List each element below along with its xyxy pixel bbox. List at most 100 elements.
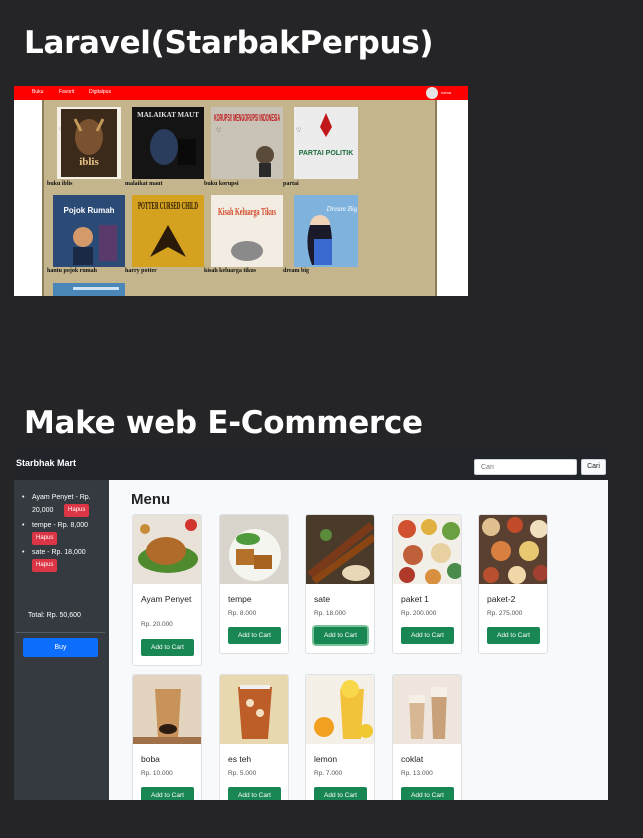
book-cover[interactable]: Pojok Rumah (53, 195, 125, 267)
book-title[interactable]: hantu pojok rumah (47, 268, 97, 274)
book-title[interactable]: kisah keluarga tikus (204, 268, 256, 274)
product-image (306, 515, 374, 584)
add-to-cart-button[interactable]: Add to Cart (314, 787, 367, 800)
book-title[interactable]: harry potter (125, 268, 157, 274)
add-to-cart-button[interactable]: Add to Cart (141, 787, 194, 800)
menu-title: Menu (131, 491, 171, 508)
book-cover[interactable]: iblis (53, 107, 125, 179)
cart-item-label: sate - Rp. 18,000 (32, 549, 86, 556)
cart-item: • Ayam Penyet - Rp. 20,000 Hapus (22, 491, 108, 517)
cart-item: • sate - Rp. 18,000 Hapus (22, 546, 108, 572)
product-image (133, 675, 201, 744)
cart-total: Total: Rp. 50,600 (28, 612, 81, 619)
cart-item: • tempe - Rp. 8,000 Hapus (22, 519, 108, 545)
product-price: Rp. 20.000 (141, 621, 173, 628)
product-price: Rp. 18.000 (314, 610, 346, 617)
product-price: Rp. 8.000 (228, 610, 257, 617)
cover-title: Pojok Rumah (63, 206, 114, 215)
search-button[interactable]: Cari (581, 459, 606, 475)
avatar[interactable] (426, 87, 438, 99)
product-name: lemon (314, 754, 338, 764)
product-name: sate (314, 594, 331, 604)
product-card: sate Rp. 18.000 Add to Cart (305, 514, 375, 654)
product-price: Rp. 7.000 (314, 770, 343, 777)
user-name: nama (441, 90, 452, 95)
book-title[interactable]: dream big (283, 268, 309, 274)
heart-icon[interactable]: ♡ (216, 127, 221, 134)
cover-title: PARTAI POLITIK (299, 150, 354, 157)
remove-button[interactable]: Hapus (32, 532, 58, 545)
product-name: coklat (401, 754, 424, 764)
product-name: paket 1 (401, 594, 429, 604)
product-price: Rp. 13.000 (401, 770, 433, 777)
add-to-cart-button[interactable]: Add to Cart (401, 787, 454, 800)
product-card: paket 1 Rp. 200.000 Add to Cart (392, 514, 462, 654)
product-name: Ayam Penyet (141, 594, 192, 604)
product-card: tempe Rp. 8.000 Add to Cart (219, 514, 289, 654)
product-card: boba Rp. 10.000 Add to Cart (132, 674, 202, 800)
product-price: Rp. 275.000 (487, 610, 523, 617)
add-to-cart-button[interactable]: Add to Cart (401, 627, 454, 644)
cart-sidebar: • Ayam Penyet - Rp. 20,000 Hapus • tempe… (14, 480, 109, 800)
book-cover[interactable]: PARTAI POLITIK (290, 107, 362, 179)
heading-laravel: Laravel(StarbakPerpus) (24, 25, 434, 61)
book-title[interactable]: buku iblis (47, 181, 73, 187)
product-price: Rp. 200.000 (401, 610, 437, 617)
laravel-screenshot: Buku Favorit Digitalpus nama iblis ♡ MAL… (14, 86, 468, 296)
cover-title: Dream Big (326, 205, 358, 213)
add-to-cart-button[interactable]: Add to Cart (141, 639, 194, 656)
product-name: es teh (228, 754, 252, 764)
book-cover[interactable]: MALAIKAT MAUT (132, 107, 204, 179)
heart-icon[interactable]: ♡ (296, 127, 301, 134)
cover-title: Kisah Keluarga Tikus (218, 207, 276, 218)
cover-title: POTTER CURSED CHILD (138, 200, 198, 212)
product-image (133, 515, 201, 584)
product-card: paket-2 Rp. 275.000 Add to Cart (478, 514, 548, 654)
product-card: es teh Rp. 5.000 Add to Cart (219, 674, 289, 800)
product-card: coklat Rp. 13.000 Add to Cart (392, 674, 462, 800)
search-input[interactable] (474, 459, 577, 475)
remove-button[interactable]: Hapus (32, 559, 58, 572)
cover-title: MALAIKAT MAUT (137, 111, 199, 119)
product-price: Rp. 5.000 (228, 770, 257, 777)
product-price: Rp. 10.000 (141, 770, 173, 777)
product-image (393, 675, 461, 744)
product-name: paket-2 (487, 594, 516, 604)
cart-item-label: tempe - Rp. 8,000 (32, 522, 89, 529)
book-title[interactable]: partai (283, 181, 299, 187)
product-image (220, 675, 288, 744)
cover-title: KORUPSI! MENGORUPSI INDONESIA (214, 113, 280, 124)
book-cover[interactable]: KORUPSI! MENGORUPSI INDONESIA (211, 107, 283, 179)
cover-title: iblis (79, 156, 99, 168)
book-cover[interactable]: Kisah Keluarga Tikus (211, 195, 283, 267)
buy-button[interactable]: Buy (23, 638, 98, 657)
book-cover[interactable] (53, 282, 125, 296)
product-image (306, 675, 374, 744)
ecommerce-screenshot: Starbhak Mart Cari • Ayam Penyet - Rp. 2… (14, 450, 608, 800)
add-to-cart-button[interactable]: Add to Cart (228, 787, 281, 800)
product-image (479, 515, 547, 584)
product-name: boba (141, 754, 160, 764)
nav-item-favorit[interactable]: Favorit (59, 89, 74, 95)
add-to-cart-button[interactable]: Add to Cart (228, 627, 281, 644)
heart-icon[interactable]: ♡ (59, 127, 64, 134)
add-to-cart-button[interactable]: Add to Cart (487, 627, 540, 644)
menu-content: Menu Ayam Penyet Rp. 20.000 Add to Cart … (109, 480, 608, 800)
divider (16, 632, 105, 633)
product-image (393, 515, 461, 584)
brand[interactable]: Starbhak Mart (16, 458, 76, 468)
book-title[interactable]: malaikat maut (125, 181, 163, 187)
book-grid: iblis ♡ MALAIKAT MAUT KORUPSI! MENGORUPS… (42, 100, 437, 296)
add-to-cart-button[interactable]: Add to Cart (314, 627, 367, 644)
book-cover[interactable]: POTTER CURSED CHILD (132, 195, 204, 267)
product-image (220, 515, 288, 584)
remove-button[interactable]: Hapus (64, 504, 90, 517)
laravel-navbar: Buku Favorit Digitalpus nama (14, 86, 468, 100)
product-card: lemon Rp. 7.000 Add to Cart (305, 674, 375, 800)
product-card: Ayam Penyet Rp. 20.000 Add to Cart (132, 514, 202, 666)
nav-item-buku[interactable]: Buku (32, 89, 43, 95)
book-cover[interactable]: Dream Big (290, 195, 362, 267)
nav-item-digitalpus[interactable]: Digitalpus (89, 89, 111, 95)
heading-ecommerce: Make web E-Commerce (24, 405, 423, 441)
book-title[interactable]: buku korupsi (204, 181, 239, 187)
